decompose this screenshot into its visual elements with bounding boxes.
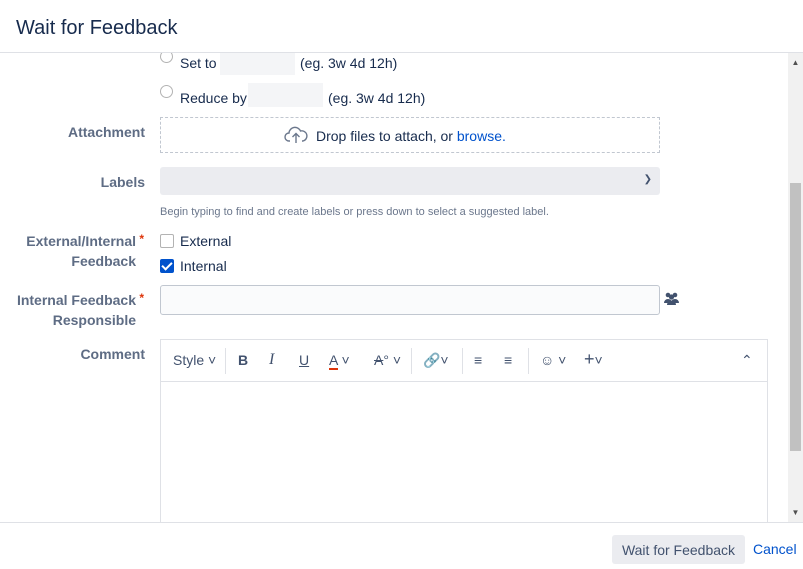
dialog-footer: Wait for Feedback Cancel [0, 522, 803, 569]
attachment-dropzone[interactable]: Drop files to attach, or browse. [160, 117, 660, 153]
text-color-icon[interactable]: A ˅ [329, 352, 350, 370]
set-to-radio[interactable] [160, 53, 173, 63]
reduce-by-radio[interactable] [160, 85, 173, 98]
style-dropdown[interactable]: Style ˅ [173, 352, 216, 368]
set-to-hint: (eg. 3w 4d 12h) [300, 55, 398, 71]
browse-link[interactable]: browse. [457, 128, 506, 144]
reduce-by-hint: (eg. 3w 4d 12h) [328, 90, 426, 106]
underline-icon[interactable]: U [299, 352, 309, 368]
comment-textarea[interactable] [161, 382, 767, 522]
scroll-down-icon[interactable]: ▼ [788, 505, 803, 520]
labels-help-text: Begin typing to find and create labels o… [160, 206, 549, 218]
scroll-up-icon[interactable]: ▲ [788, 55, 803, 70]
labels-select[interactable]: ❯ [160, 167, 660, 195]
external-checkbox[interactable] [160, 234, 174, 248]
internal-checkbox[interactable] [160, 259, 174, 273]
wait-for-feedback-button[interactable]: Wait for Feedback [612, 535, 745, 564]
dialog-body: Set to (eg. 3w 4d 12h) Reduce by (eg. 3w… [0, 53, 788, 522]
bold-icon[interactable]: B [238, 352, 248, 368]
set-to-label: Set to [180, 55, 217, 71]
scrollbar[interactable]: ▲ ▼ [788, 53, 803, 522]
drop-text: Drop files to attach, or [316, 128, 457, 144]
editor-toolbar: Style ˅ B I U A ˅ A° ˅ 🔗˅ ≡ ≡ ☺ ˅ +˅ ⌃ [161, 340, 767, 382]
set-to-input[interactable] [220, 53, 295, 75]
insert-plus-icon[interactable]: +˅ [584, 349, 603, 370]
user-group-picker-icon[interactable] [664, 292, 679, 308]
toolbar-divider [411, 348, 412, 374]
chevron-down-icon: ❯ [643, 174, 652, 185]
link-icon[interactable]: 🔗˅ [423, 352, 449, 369]
emoji-icon[interactable]: ☺ ˅ [540, 352, 566, 368]
comment-label: Comment [80, 346, 145, 362]
scrollbar-thumb[interactable] [790, 183, 801, 451]
cloud-upload-icon [284, 126, 308, 143]
external-label: External [180, 233, 232, 249]
reduce-by-label: Reduce by [180, 90, 247, 106]
internal-label: Internal [180, 258, 227, 274]
text-format-more-icon[interactable]: A° ˅ [374, 352, 401, 368]
collapse-toolbar-icon[interactable]: ⌃ [741, 352, 753, 369]
cancel-button[interactable]: Cancel [753, 541, 797, 557]
comment-editor: Style ˅ B I U A ˅ A° ˅ 🔗˅ ≡ ≡ ☺ ˅ +˅ ⌃ [160, 339, 768, 522]
numbered-list-icon[interactable]: ≡ [504, 352, 512, 368]
dialog-header: Wait for Feedback [0, 0, 803, 53]
responsible-input[interactable] [160, 285, 660, 315]
italic-icon[interactable]: I [269, 351, 274, 369]
toolbar-divider [225, 348, 226, 374]
toolbar-divider [462, 348, 463, 374]
labels-label: Labels [100, 174, 145, 190]
ext-int-label: External/Internal * Feedback [26, 232, 144, 269]
toolbar-divider [528, 348, 529, 374]
bullet-list-icon[interactable]: ≡ [474, 352, 482, 368]
attachment-label: Attachment [67, 124, 145, 140]
responsible-label: Internal Feedback * Responsible [16, 291, 144, 328]
dialog-title: Wait for Feedback [16, 17, 178, 39]
reduce-by-input[interactable] [248, 83, 323, 107]
